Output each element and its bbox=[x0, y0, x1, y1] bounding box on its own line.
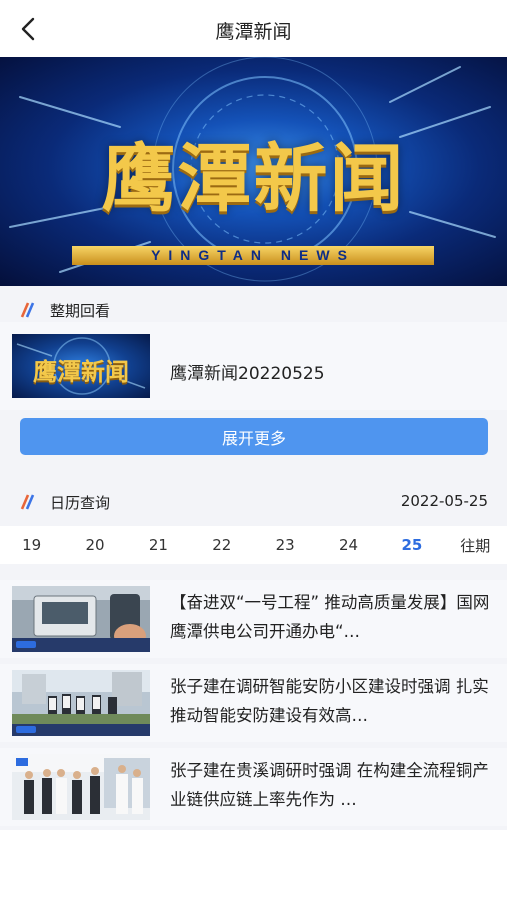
section-slash-icon bbox=[20, 302, 35, 318]
date-tab-20[interactable]: 20 bbox=[64, 536, 126, 554]
news-list-item[interactable]: 张子建在贵溪调研时强调 在构建全流程铜产业链供应链上率先作为 … bbox=[0, 748, 507, 826]
date-tab-19[interactable]: 19 bbox=[1, 536, 63, 554]
news-photo-device bbox=[12, 586, 150, 652]
replay-thumbnail-logo: 鹰潭新闻 bbox=[33, 357, 129, 386]
news-title: 张子建在调研智能安防小区建设时强调 扎实推动智能安防建设有效高… bbox=[170, 677, 489, 725]
news-thumbnail bbox=[12, 586, 150, 652]
news-thumbnail bbox=[12, 670, 150, 736]
news-list-item[interactable]: 张子建在调研智能安防小区建设时强调 扎实推动智能安防建设有效高… bbox=[0, 664, 507, 742]
news-thumbnail bbox=[12, 754, 150, 820]
app-screen: 鹰潭新闻 鹰潭新闻 YINGTAN NEWS 整期回看 鹰潭新闻 鹰潭新闻202… bbox=[0, 0, 507, 830]
date-tab-22[interactable]: 22 bbox=[191, 536, 253, 554]
date-tab-21[interactable]: 21 bbox=[127, 536, 189, 554]
banner-logo-subtitle: YINGTAN NEWS bbox=[72, 246, 434, 265]
calendar-section-title: 日历查询 bbox=[50, 494, 111, 512]
news-list-item[interactable]: 【奋进双“一号工程” 推动高质量发展】国网鹰潭供电公司开通办电“… bbox=[0, 580, 507, 658]
news-photo-group bbox=[12, 670, 150, 736]
news-banner[interactable]: 鹰潭新闻 YINGTAN NEWS bbox=[0, 57, 507, 286]
date-tab-archive[interactable]: 往期 bbox=[444, 535, 506, 556]
news-title: 【奋进双“一号工程” 推动高质量发展】国网鹰潭供电公司开通办电“… bbox=[170, 593, 490, 641]
expand-more-button[interactable]: 展开更多 bbox=[20, 418, 488, 455]
top-bar: 鹰潭新闻 bbox=[0, 0, 507, 57]
banner-logo-text: 鹰潭新闻 bbox=[101, 136, 406, 222]
replay-item-label: 鹰潭新闻20220525 bbox=[170, 364, 325, 384]
news-photo-visit bbox=[12, 754, 150, 820]
replay-section-title: 整期回看 bbox=[50, 302, 111, 320]
date-selector: 19 20 21 22 23 24 25 往期 bbox=[0, 526, 507, 564]
section-slash-icon bbox=[20, 494, 35, 510]
news-title: 张子建在贵溪调研时强调 在构建全流程铜产业链供应链上率先作为 … bbox=[170, 761, 489, 809]
date-tab-24[interactable]: 24 bbox=[318, 536, 380, 554]
selected-date[interactable]: 2022-05-25 bbox=[401, 492, 488, 510]
replay-item[interactable]: 鹰潭新闻 鹰潭新闻20220525 bbox=[0, 322, 507, 410]
page-title: 鹰潭新闻 bbox=[215, 21, 292, 43]
date-tab-23[interactable]: 23 bbox=[254, 536, 316, 554]
replay-thumbnail: 鹰潭新闻 bbox=[12, 334, 150, 398]
date-tab-25-active[interactable]: 25 bbox=[381, 536, 443, 554]
